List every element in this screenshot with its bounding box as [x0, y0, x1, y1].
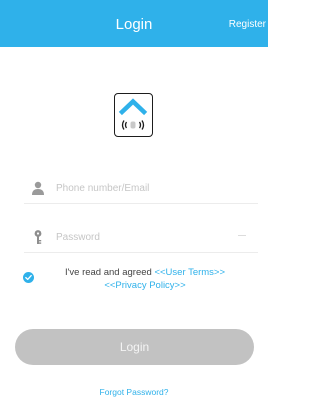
username-field	[24, 174, 258, 204]
password-input[interactable]	[56, 226, 252, 248]
check-icon	[25, 274, 32, 281]
password-underline	[24, 252, 258, 253]
user-terms-link[interactable]: <<User Terms>>	[154, 267, 225, 278]
header-bar: Login Register	[0, 0, 268, 47]
app-logo-icon	[114, 93, 153, 137]
username-input[interactable]	[56, 177, 252, 199]
login-button[interactable]: Login	[15, 329, 254, 365]
privacy-policy-link[interactable]: <<Privacy Policy>>	[104, 280, 185, 291]
register-link[interactable]: Register	[229, 0, 266, 47]
agreement-label: I've read and agreed	[64, 267, 155, 278]
password-field	[24, 223, 258, 253]
password-visibility-toggle[interactable]	[238, 235, 246, 236]
user-icon	[32, 181, 44, 195]
key-icon	[34, 230, 42, 244]
agreement-text: I've read and agreed <<User Terms>> <<Pri…	[40, 266, 250, 292]
forgot-password-link[interactable]: Forgot Password?	[0, 387, 268, 397]
username-underline	[24, 203, 258, 204]
agreement-checkbox[interactable]	[23, 272, 34, 283]
